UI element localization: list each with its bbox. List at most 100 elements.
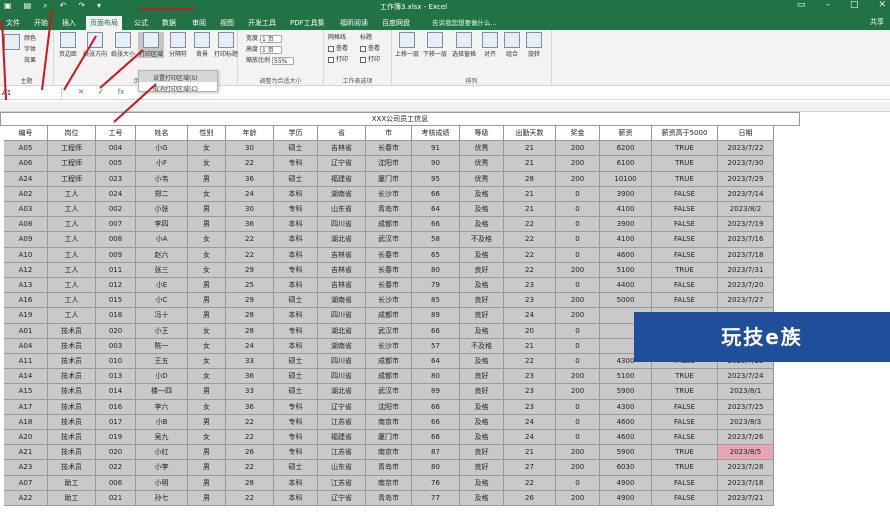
- table-cell[interactable]: A03: [4, 202, 48, 218]
- header-cell[interactable]: 出勤天数: [504, 126, 556, 142]
- table-cell[interactable]: A10: [4, 247, 48, 263]
- clear-print-area-item[interactable]: 取消打印区域(C): [139, 82, 217, 93]
- table-cell[interactable]: 015: [96, 293, 136, 309]
- table-cell[interactable]: 男: [188, 445, 226, 461]
- table-cell[interactable]: 2023/7/29: [718, 171, 774, 187]
- table-cell[interactable]: 57: [412, 338, 460, 354]
- table-cell[interactable]: 工程师: [48, 171, 96, 187]
- table-cell[interactable]: 男: [188, 475, 226, 491]
- table-cell[interactable]: 男: [188, 171, 226, 187]
- table-cell[interactable]: 陈一: [136, 338, 188, 354]
- table-cell[interactable]: 赵六: [136, 247, 188, 263]
- table-cell[interactable]: 硕士: [274, 460, 318, 476]
- table-cell[interactable]: 66: [412, 414, 460, 430]
- table-cell[interactable]: 28: [504, 171, 556, 187]
- table-cell[interactable]: 22: [226, 156, 274, 172]
- table-cell[interactable]: 2023/7/25: [718, 399, 774, 415]
- table-cell[interactable]: 专科: [274, 156, 318, 172]
- table-cell[interactable]: A23: [4, 460, 48, 476]
- table-cell[interactable]: 工人: [48, 217, 96, 233]
- table-cell[interactable]: 硕士: [274, 354, 318, 370]
- table-cell[interactable]: 200: [556, 369, 600, 385]
- table-cell[interactable]: 男: [188, 490, 226, 506]
- table-cell[interactable]: 5100: [600, 262, 652, 278]
- table-cell[interactable]: 22: [226, 232, 274, 248]
- fonts-button[interactable]: 字体: [24, 44, 36, 53]
- table-cell[interactable]: 30: [226, 141, 274, 157]
- table-cell[interactable]: 女: [188, 247, 226, 263]
- table-cell[interactable]: A21: [4, 445, 48, 461]
- tab-home[interactable]: 开始: [30, 16, 52, 30]
- tab-pdf-tools[interactable]: PDF工具集: [286, 16, 329, 30]
- table-cell[interactable]: 95: [412, 171, 460, 187]
- table-cell[interactable]: 男: [188, 217, 226, 233]
- table-cell[interactable]: 良好: [460, 262, 504, 278]
- table-cell[interactable]: 2023/7/19: [718, 217, 774, 233]
- table-cell[interactable]: 2023/7/31: [718, 262, 774, 278]
- table-cell[interactable]: 小A: [136, 232, 188, 248]
- table-cell[interactable]: 200: [556, 156, 600, 172]
- table-cell[interactable]: 24: [504, 430, 556, 446]
- table-cell[interactable]: 22: [504, 262, 556, 278]
- table-cell[interactable]: 23: [504, 278, 556, 294]
- table-cell[interactable]: 李四: [136, 217, 188, 233]
- table-cell[interactable]: 24: [504, 414, 556, 430]
- header-cell[interactable]: 薪资: [600, 126, 652, 142]
- table-cell[interactable]: 及格: [460, 475, 504, 491]
- table-cell[interactable]: 四川省: [318, 354, 366, 370]
- table-cell[interactable]: TRUE: [652, 141, 718, 157]
- table-cell[interactable]: 85: [412, 293, 460, 309]
- table-cell[interactable]: 22: [226, 490, 274, 506]
- table-cell[interactable]: 技术员: [48, 384, 96, 400]
- table-cell[interactable]: 58: [412, 232, 460, 248]
- table-cell[interactable]: 024: [96, 186, 136, 202]
- table-cell[interactable]: 0: [556, 399, 600, 415]
- table-cell[interactable]: 2023/7/26: [718, 430, 774, 446]
- headings-print-checkbox[interactable]: 打印: [360, 54, 380, 63]
- table-cell[interactable]: 专科: [274, 414, 318, 430]
- table-cell[interactable]: 3900: [600, 186, 652, 202]
- table-cell[interactable]: 技术员: [48, 338, 96, 354]
- table-cell[interactable]: 良好: [460, 369, 504, 385]
- table-cell[interactable]: 青岛市: [366, 202, 412, 218]
- table-cell[interactable]: 016: [96, 399, 136, 415]
- table-cell[interactable]: 0: [556, 217, 600, 233]
- table-cell[interactable]: 专科: [274, 445, 318, 461]
- save-icon[interactable]: ▣: [4, 1, 12, 11]
- table-cell[interactable]: 良好: [460, 384, 504, 400]
- table-cell[interactable]: A05: [4, 141, 48, 157]
- table-cell[interactable]: 硕士: [274, 141, 318, 157]
- table-cell[interactable]: 26: [226, 445, 274, 461]
- table-cell[interactable]: 22: [226, 430, 274, 446]
- table-cell[interactable]: 沈阳市: [366, 399, 412, 415]
- rotate-button[interactable]: 旋转: [524, 32, 544, 58]
- table-cell[interactable]: 江苏省: [318, 475, 366, 491]
- table-cell[interactable]: 020: [96, 445, 136, 461]
- table-cell[interactable]: 80: [412, 460, 460, 476]
- table-cell[interactable]: A01: [4, 323, 48, 339]
- table-cell[interactable]: 工程师: [48, 141, 96, 157]
- table-cell[interactable]: 2023/7/28: [718, 460, 774, 476]
- table-cell[interactable]: 沈阳市: [366, 156, 412, 172]
- table-cell[interactable]: 2023/7/27: [718, 293, 774, 309]
- table-cell[interactable]: 技术员: [48, 460, 96, 476]
- table-cell[interactable]: 本科: [274, 490, 318, 506]
- print-area-button[interactable]: 打印区域: [138, 32, 164, 58]
- table-cell[interactable]: 6200: [600, 141, 652, 157]
- tab-file[interactable]: 文件: [2, 16, 24, 30]
- table-cell[interactable]: A12: [4, 262, 48, 278]
- table-cell[interactable]: 2023/8/1: [718, 384, 774, 400]
- table-cell[interactable]: 男: [188, 384, 226, 400]
- table-cell[interactable]: 张三: [136, 262, 188, 278]
- table-cell[interactable]: 64: [412, 354, 460, 370]
- table-cell[interactable]: TRUE: [652, 369, 718, 385]
- close-icon[interactable]: ✕: [878, 0, 886, 10]
- table-cell[interactable]: 22: [504, 232, 556, 248]
- header-cell[interactable]: 学历: [274, 126, 318, 142]
- table-cell[interactable]: 本科: [274, 186, 318, 202]
- table-cell[interactable]: 200: [556, 384, 600, 400]
- table-cell[interactable]: 福建省: [318, 171, 366, 187]
- table-cell[interactable]: TRUE: [652, 156, 718, 172]
- table-cell[interactable]: 200: [556, 490, 600, 506]
- table-cell[interactable]: 0: [556, 414, 600, 430]
